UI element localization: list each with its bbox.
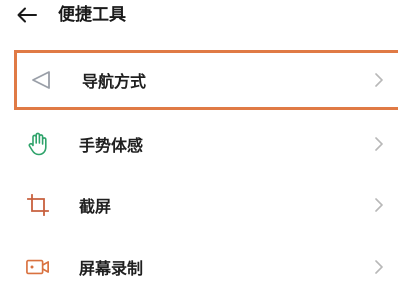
menu-item-label: 导航方式 xyxy=(82,72,147,91)
chevron-right-icon xyxy=(374,72,384,88)
chevron-right-icon xyxy=(374,136,384,152)
menu-item-gesture[interactable]: 手势体感 xyxy=(14,114,398,174)
navigation-icon xyxy=(29,68,53,92)
menu-item-navigation-mode[interactable]: 导航方式 xyxy=(14,50,398,110)
chevron-right-icon xyxy=(374,259,384,275)
chevron-right-icon xyxy=(374,197,384,213)
back-button[interactable] xyxy=(14,4,40,26)
page-title: 便捷工具 xyxy=(58,5,126,25)
crop-screenshot-icon xyxy=(26,193,50,217)
menu-item-screenshot[interactable]: 截屏 xyxy=(14,175,398,235)
menu-item-label: 手势体感 xyxy=(79,136,144,155)
menu-item-label: 屏幕录制 xyxy=(79,259,144,278)
menu-item-screen-recording[interactable]: 屏幕录制 xyxy=(14,237,398,297)
screen-record-icon xyxy=(26,255,50,279)
menu-item-label: 截屏 xyxy=(79,197,112,216)
arrow-left-icon xyxy=(17,7,37,23)
hand-gesture-icon xyxy=(26,132,50,156)
header-bar: 便捷工具 xyxy=(0,0,400,34)
